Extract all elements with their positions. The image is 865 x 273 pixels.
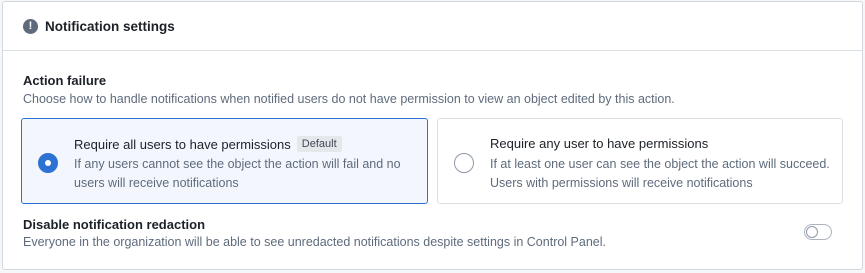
option-description: If any users cannot see the object the a… bbox=[74, 157, 401, 190]
redaction-toggle-switch[interactable] bbox=[804, 224, 832, 240]
toggle-knob bbox=[806, 226, 818, 238]
option-label: Require any user to have permissions bbox=[490, 136, 708, 151]
redaction-description: Everyone in the organization will be abl… bbox=[23, 235, 606, 249]
action-failure-description: Choose how to handle notifications when … bbox=[23, 92, 675, 106]
redaction-title: Disable notification redaction bbox=[23, 217, 206, 232]
action-failure-title: Action failure bbox=[23, 73, 107, 88]
warning-sign-icon: ! bbox=[23, 18, 38, 34]
option-description: If at least one user can see the object … bbox=[490, 157, 830, 190]
option-require-all-users[interactable]: Require all users to have permissions De… bbox=[21, 118, 428, 204]
option-label-text: Require any user to have permissions bbox=[490, 136, 709, 151]
card-title: Notification settings bbox=[45, 18, 175, 34]
option-label-text: Require all users to have permissions bbox=[74, 136, 291, 152]
default-badge: Default bbox=[296, 136, 342, 152]
radio-require-all-users[interactable] bbox=[38, 153, 58, 173]
card-header: ! Notification settings bbox=[3, 2, 862, 51]
radio-require-any-user[interactable] bbox=[454, 153, 474, 173]
notification-settings-card: ! Notification settings Action failure C… bbox=[2, 1, 863, 270]
option-label: Require all users to have permissions De… bbox=[74, 136, 342, 152]
option-require-any-user[interactable]: Require any user to have permissions If … bbox=[437, 118, 843, 204]
